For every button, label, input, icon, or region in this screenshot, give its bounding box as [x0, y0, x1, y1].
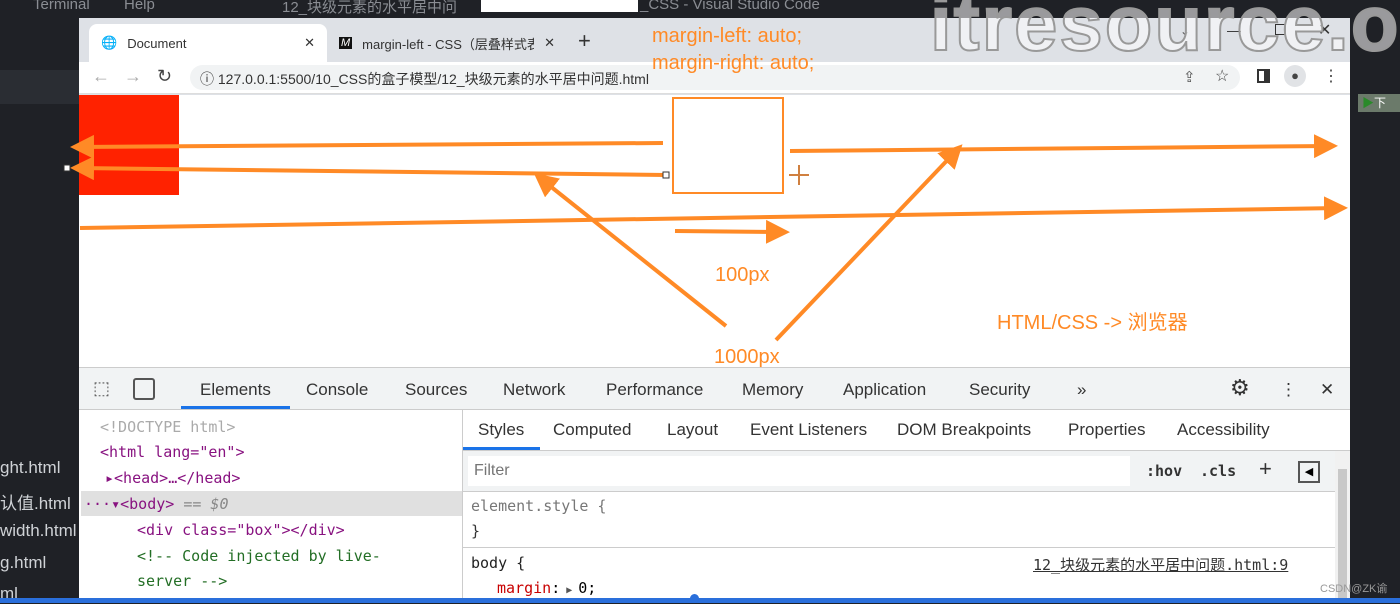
seek-handle[interactable]: [690, 594, 699, 603]
resize-handle: [63, 164, 71, 172]
tab-network[interactable]: Network: [503, 380, 565, 400]
progress-bar: [0, 598, 1400, 603]
dom-comment-cont: server -->: [137, 572, 228, 590]
active-subtab-indicator: [463, 447, 540, 450]
subtab-event-listeners[interactable]: Event Listeners: [750, 420, 867, 440]
arrow: [533, 173, 728, 328]
toggle-sidebar-icon[interactable]: ◀: [1298, 461, 1320, 483]
tab-memory[interactable]: Memory: [742, 380, 803, 400]
annotation-flow: HTML/CSS -> 浏览器: [997, 312, 1188, 334]
tab-application[interactable]: Application: [843, 380, 926, 400]
expand-icon[interactable]: ▶: [560, 585, 578, 596]
watermark-logo: itresource.o: [929, 0, 1400, 68]
inspect-icon[interactable]: ⬚: [93, 378, 110, 399]
subtab-accessibility[interactable]: Accessibility: [1177, 420, 1270, 440]
subtab-computed[interactable]: Computed: [553, 420, 631, 440]
subtab-styles[interactable]: Styles: [478, 420, 524, 440]
annotation-margin-right: margin-right: auto;: [652, 52, 815, 74]
filter-input[interactable]: [468, 456, 1130, 486]
more-tabs-icon[interactable]: »: [1077, 380, 1086, 400]
settings-icon[interactable]: ⚙: [1230, 375, 1250, 401]
credit-watermark: CSDN@ZK谕: [1320, 583, 1388, 595]
close-devtools-icon[interactable]: ✕: [1320, 380, 1334, 400]
dom-head[interactable]: ▸<head>…</head>: [105, 469, 240, 487]
rule-close: }: [471, 522, 481, 540]
arrow: [70, 156, 667, 181]
dom-div-box[interactable]: <div class="box"></div>: [137, 521, 345, 539]
arrow: [674, 219, 790, 244]
subtab-layout[interactable]: Layout: [667, 420, 718, 440]
annotation-1000px: 1000px: [714, 346, 780, 368]
hov-button[interactable]: :hov: [1146, 462, 1182, 480]
arrow: [789, 134, 1338, 159]
cls-button[interactable]: .cls: [1200, 462, 1236, 480]
arrow: [70, 134, 664, 159]
dom-body[interactable]: ···▾<body> == $0: [84, 495, 229, 513]
device-toolbar-icon[interactable]: [133, 378, 155, 400]
annotation-100px: 100px: [715, 264, 770, 286]
tab-console[interactable]: Console: [306, 380, 368, 400]
tab-elements[interactable]: Elements: [200, 380, 271, 400]
active-tab-indicator: [181, 406, 290, 409]
tab-security[interactable]: Security: [969, 380, 1030, 400]
more-options-icon[interactable]: ⋮: [1280, 380, 1297, 400]
resize-handle: [662, 171, 670, 179]
subtab-dom-breakpoints[interactable]: DOM Breakpoints: [897, 420, 1031, 440]
rule-body[interactable]: body {: [471, 554, 525, 572]
rule-source-link[interactable]: 12_块级元素的水平居中问题.html:9: [1033, 554, 1288, 575]
crosshair-icon: [789, 165, 809, 185]
rule-divider: [463, 547, 1335, 548]
dom-html[interactable]: <html lang="en">: [100, 443, 245, 461]
new-rule-icon[interactable]: +: [1259, 456, 1272, 482]
rule-margin[interactable]: margin: ▶ 0;: [497, 579, 596, 597]
arrow: [774, 144, 963, 342]
tab-sources[interactable]: Sources: [405, 380, 467, 400]
subtab-properties[interactable]: Properties: [1068, 420, 1145, 440]
annotation-margin-left: margin-left: auto;: [652, 25, 803, 47]
dom-comment[interactable]: <!-- Code injected by live-: [137, 547, 381, 565]
arrow: [79, 196, 1348, 230]
tab-performance[interactable]: Performance: [606, 380, 703, 400]
rule-element-style[interactable]: element.style {: [471, 497, 606, 515]
dom-doctype[interactable]: <!DOCTYPE html>: [100, 418, 235, 436]
